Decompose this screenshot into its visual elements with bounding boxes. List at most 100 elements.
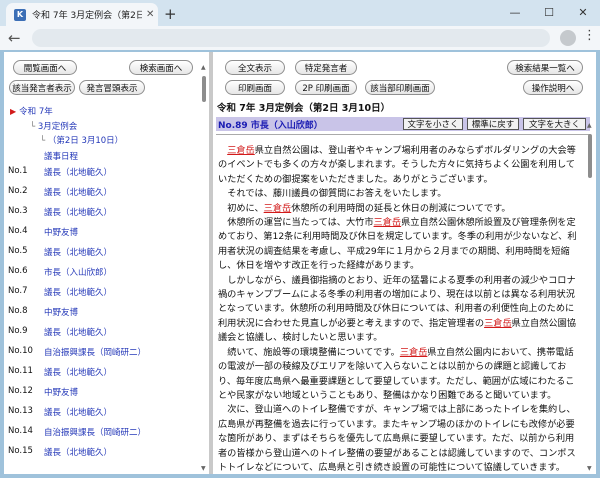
page-content: 閲覧画面へ 検索画面へ 該当発言者表示 発言冒頭表示 ▶ 令和 7年 └ 3月定例… xyxy=(4,52,596,474)
new-tab-icon[interactable]: + xyxy=(164,5,177,23)
list-item-speaker-link[interactable]: 議長（北地範久） xyxy=(44,166,112,178)
speech-paragraph: それでは、藤川議員の御質問にお答えをいたします。 xyxy=(218,187,582,201)
tree-branch-icon: └ xyxy=(40,136,48,146)
list-item-speaker-link[interactable]: 議長（北地範久） xyxy=(44,246,112,258)
list-item-speaker-link[interactable]: 自治振興課長（岡崎研二） xyxy=(44,426,146,438)
list-item-speaker-link[interactable]: 議長（北地範久） xyxy=(44,446,112,458)
list-item-speaker-link[interactable]: 議長（北地範久） xyxy=(44,206,112,218)
tree-year-label: 令和 7年 xyxy=(19,107,53,117)
scroll-up-icon[interactable]: ▲ xyxy=(587,122,592,129)
right-scrollbar[interactable]: ▲ ▼ xyxy=(587,122,593,472)
font-smaller-button[interactable]: 文字を小さく xyxy=(403,118,463,130)
speaker-list-display-button[interactable]: 発言冒頭表示 xyxy=(79,80,145,95)
print-2p-button[interactable]: 2P 印刷画面 xyxy=(295,80,357,95)
speech-text: 続いて、施設等の環境整備についてです。 xyxy=(227,346,400,358)
list-item-number: No.8 xyxy=(8,306,28,316)
print-screen-button[interactable]: 印刷画面 xyxy=(225,80,285,95)
speech-body: 三倉岳県立自然公園は、登山者やキャンプ場利用者のみならずボルダリングの大会等のイ… xyxy=(218,144,582,474)
list-item-number: No.13 xyxy=(8,406,33,416)
scroll-up-icon[interactable]: ▲ xyxy=(201,64,206,71)
speaker-name: No.89 市長（入山欣郎） xyxy=(218,121,323,131)
minimize-icon[interactable]: — xyxy=(498,0,532,24)
speaker-display-button[interactable]: 該当発言者表示 xyxy=(9,80,75,95)
search-screen-button[interactable]: 検索画面へ xyxy=(129,60,193,75)
more-menu-icon[interactable]: ⋮ xyxy=(583,28,596,43)
print-section-button[interactable]: 該当部印刷画面 xyxy=(365,80,435,95)
scrollbar-thumb[interactable] xyxy=(588,134,592,178)
list-item[interactable]: No.11 議長（北地範久） xyxy=(4,366,204,386)
list-item[interactable]: No.15 議長（北地範久） xyxy=(4,446,204,466)
speech-text: 休憩所の利用時間の延長と休日の削減についてです。 xyxy=(291,202,511,214)
list-item[interactable]: No.3 議長（北地範久） xyxy=(4,206,204,226)
browse-screen-button[interactable]: 閲覧画面へ xyxy=(13,60,77,75)
list-item[interactable]: No.12 中野友博 xyxy=(4,386,204,406)
list-item[interactable]: No.4 中野友博 xyxy=(4,226,204,246)
list-item-speaker-link[interactable]: 議長（北地範久） xyxy=(44,286,112,298)
browser-toolbar: ← ⋮ xyxy=(0,26,600,50)
list-item-speaker-link[interactable]: 自治振興課長（岡崎研二） xyxy=(44,346,146,358)
list-item[interactable]: No.7 議長（北地範久） xyxy=(4,286,204,306)
list-item-speaker-link[interactable]: 中野友博 xyxy=(44,306,78,318)
list-item-number: No.14 xyxy=(8,426,33,436)
speech-paragraph: 三倉岳県立自然公園は、登山者やキャンプ場利用者のみならずボルダリングの大会等のイ… xyxy=(218,144,582,187)
speaker-bar: No.89 市長（入山欣郎） 文字を小さく 標準に戻す 文字を大きく xyxy=(216,117,590,131)
close-window-icon[interactable]: ✕ xyxy=(566,0,600,24)
speech-text: 初めに、 xyxy=(227,202,264,214)
site-favicon-icon: K xyxy=(14,8,26,21)
keyword-highlight: 三倉岳 xyxy=(227,145,255,156)
scrollbar-thumb[interactable] xyxy=(202,76,206,102)
left-pane: 閲覧画面へ 検索画面へ 該当発言者表示 発言冒頭表示 ▶ 令和 7年 └ 3月定例… xyxy=(4,52,209,474)
header-divider xyxy=(216,134,590,135)
list-item[interactable]: No.14 自治振興課長（岡崎研二） xyxy=(4,426,204,446)
tab-close-icon[interactable]: ✕ xyxy=(146,9,154,20)
list-item-number: No.9 xyxy=(8,326,28,336)
speech-paragraph: 続いて、施設等の環境整備についてです。三倉岳県立自然公園内において、携帯電話の電… xyxy=(218,346,582,404)
scroll-down-icon[interactable]: ▼ xyxy=(587,465,592,472)
font-reset-button[interactable]: 標準に戻す xyxy=(467,118,519,130)
right-pane: 全文表示 特定発言者 検索結果一覧へ 印刷画面 2P 印刷画面 該当部印刷画面 … xyxy=(213,52,596,474)
list-item[interactable]: No.8 中野友博 xyxy=(4,306,204,326)
speech-paragraph: 次に、登山道へのトイレ整備ですが、キャンプ場では上部にあったトイレを集約し、広島… xyxy=(218,403,582,474)
list-item[interactable]: No.9 議長（北地範久） xyxy=(4,326,204,346)
tree-day[interactable]: └ （第2日 3月10日） xyxy=(40,134,123,146)
list-item-speaker-link[interactable]: 市長（入山欣郎） xyxy=(44,266,112,278)
list-item-number: No.6 xyxy=(8,266,28,276)
profile-avatar-icon[interactable] xyxy=(560,30,576,46)
list-item[interactable]: No.5 議長（北地範久） xyxy=(4,246,204,266)
tree-session-label: 3月定例会 xyxy=(37,122,78,132)
list-item-number: No.2 xyxy=(8,186,28,196)
list-item-speaker-link[interactable]: 中野友博 xyxy=(44,386,78,398)
font-larger-button[interactable]: 文字を大きく xyxy=(523,118,586,130)
list-item[interactable]: No.2 議長（北地範久） xyxy=(4,186,204,206)
search-results-button[interactable]: 検索結果一覧へ xyxy=(507,60,583,75)
list-item-speaker-link[interactable]: 議長（北地範久） xyxy=(44,186,112,198)
tree-agenda[interactable]: 議事日程 xyxy=(44,150,78,162)
speech-text: それでは、藤川議員の御質問にお答えをいたします。 xyxy=(227,188,447,200)
list-item-speaker-link[interactable]: 議長（北地範久） xyxy=(44,366,112,378)
address-bar[interactable] xyxy=(32,29,550,47)
scroll-down-icon[interactable]: ▼ xyxy=(201,465,206,472)
meeting-title: 令和 7年 3月定例会（第2日 3月10日） xyxy=(216,100,590,114)
speech-text: 県立自然公園は、登山者やキャンプ場利用者のみならずボルダリングの大会等のイベント… xyxy=(218,145,576,185)
list-item[interactable]: No.1 議長（北地範久） xyxy=(4,166,204,186)
specific-speaker-button[interactable]: 特定発言者 xyxy=(295,60,357,75)
full-display-button[interactable]: 全文表示 xyxy=(225,60,285,75)
list-item-number: No.15 xyxy=(8,446,33,456)
expand-triangle-icon: ▶ xyxy=(10,107,17,116)
back-arrow-icon[interactable]: ← xyxy=(8,29,21,47)
left-scrollbar[interactable]: ▲ ▼ xyxy=(201,64,207,472)
list-item-number: No.1 xyxy=(8,166,28,176)
list-item-number: No.11 xyxy=(8,366,33,376)
list-item-speaker-link[interactable]: 議長（北地範久） xyxy=(44,326,112,338)
help-button[interactable]: 操作説明へ xyxy=(523,80,583,95)
list-item-speaker-link[interactable]: 議長（北地範久） xyxy=(44,406,112,418)
list-item[interactable]: No.10 自治振興課長（岡崎研二） xyxy=(4,346,204,366)
browser-tab[interactable]: K 令和 7年 3月定例会（第2日 3月10日） ✕ xyxy=(6,3,158,26)
tree-year[interactable]: ▶ 令和 7年 xyxy=(10,105,53,117)
list-item[interactable]: No.6 市長（入山欣郎） xyxy=(4,266,204,286)
tree-session[interactable]: └ 3月定例会 xyxy=(30,120,77,132)
list-item[interactable]: No.13 議長（北地範久） xyxy=(4,406,204,426)
list-item-speaker-link[interactable]: 中野友博 xyxy=(44,226,78,238)
maximize-icon[interactable]: ☐ xyxy=(532,0,566,24)
list-item-number: No.7 xyxy=(8,286,28,296)
